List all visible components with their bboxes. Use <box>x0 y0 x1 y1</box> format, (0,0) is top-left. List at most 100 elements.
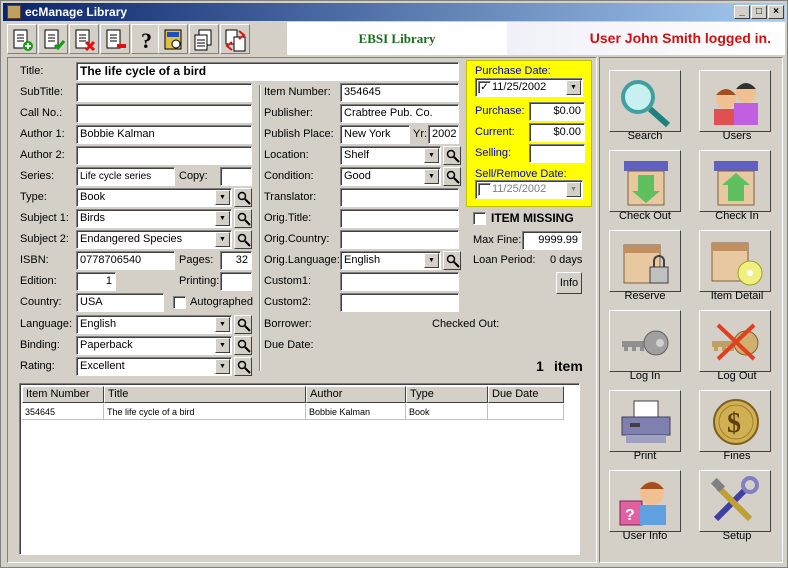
yr-field[interactable]: 2002 <box>428 125 459 144</box>
purchase-date-checkbox[interactable]: ✓ <box>478 81 491 94</box>
sell-remove-date-picker[interactable]: 11/25/2002 ▼ <box>475 180 583 199</box>
rating-label: Rating: <box>20 360 55 372</box>
condition-lookup-button[interactable] <box>443 167 461 186</box>
setup-label: Setup <box>722 530 752 542</box>
magnifier-icon <box>237 212 251 226</box>
translator-field[interactable] <box>340 188 459 207</box>
custom2-field[interactable] <box>340 293 459 312</box>
rating-lookup-button[interactable] <box>234 357 252 376</box>
subject2-select[interactable]: Endangered Species ▼ <box>76 230 232 249</box>
pages-field[interactable]: 32 <box>220 251 252 270</box>
subject1-lookup-button[interactable] <box>234 209 252 228</box>
log-in-button[interactable] <box>609 310 681 372</box>
author2-field[interactable] <box>76 146 252 165</box>
custom1-field[interactable] <box>340 272 459 291</box>
printing-field[interactable] <box>220 272 252 291</box>
binding-lookup-button[interactable] <box>234 336 252 355</box>
isbn-field[interactable]: 0778706540 <box>76 251 175 270</box>
type-select[interactable]: Book ▼ <box>76 188 232 207</box>
subject1-select[interactable]: Birds ▼ <box>76 209 232 228</box>
dropdown-arrow-icon[interactable]: ▼ <box>215 232 230 247</box>
column-header-author[interactable]: Author <box>306 386 406 403</box>
dropdown-arrow-icon[interactable]: ▼ <box>566 80 581 95</box>
orig-language-select[interactable]: English ▼ <box>340 251 441 270</box>
subtitle-field[interactable] <box>76 83 252 102</box>
copy-item-button[interactable] <box>189 24 219 54</box>
type-lookup-button[interactable] <box>234 188 252 207</box>
condition-select[interactable]: Good ▼ <box>340 167 441 186</box>
close-button[interactable]: × <box>768 5 784 19</box>
location-label: Location: <box>264 149 309 161</box>
dropdown-arrow-icon[interactable]: ▼ <box>215 211 230 226</box>
binding-select[interactable]: Paperback ▼ <box>76 336 232 355</box>
item-missing-checkbox[interactable] <box>473 212 486 225</box>
orig-title-field[interactable] <box>340 209 459 228</box>
remove-item-button[interactable] <box>100 24 130 54</box>
autographed-checkbox[interactable] <box>173 296 186 309</box>
language-select[interactable]: English ▼ <box>76 315 232 334</box>
selling-price-field[interactable] <box>529 144 585 163</box>
dropdown-arrow-icon[interactable]: ▼ <box>215 317 230 332</box>
edition-field[interactable]: 1 <box>76 272 116 291</box>
new-item-button[interactable] <box>7 24 37 54</box>
orig-language-lookup-button[interactable] <box>443 251 461 270</box>
location-select[interactable]: Shelf ▼ <box>340 146 441 165</box>
transfer-item-button[interactable] <box>220 24 250 54</box>
dropdown-arrow-icon[interactable]: ▼ <box>424 253 439 268</box>
sell-remove-date-checkbox[interactable] <box>478 183 491 196</box>
delete-item-button[interactable] <box>69 24 99 54</box>
publish-place-field[interactable]: New York <box>340 125 410 144</box>
print-label: Print <box>633 450 657 462</box>
fines-button[interactable]: $ <box>699 390 771 452</box>
info-button[interactable]: Info <box>556 272 582 294</box>
key-icon <box>622 330 669 356</box>
dropdown-arrow-icon[interactable]: ▼ <box>424 169 439 184</box>
purchase-date-picker[interactable]: ✓ 11/25/2002 ▼ <box>475 78 583 97</box>
log-out-button[interactable] <box>699 310 771 372</box>
cell-due-date <box>488 404 564 420</box>
location-lookup-button[interactable] <box>443 146 461 165</box>
reserve-button[interactable] <box>609 230 681 292</box>
purchase-price-field[interactable]: $0.00 <box>529 102 585 121</box>
item-detail-button[interactable] <box>699 230 771 292</box>
language-lookup-button[interactable] <box>234 315 252 334</box>
book-search-button[interactable] <box>158 24 188 54</box>
users-button[interactable] <box>699 70 771 132</box>
dropdown-arrow-icon[interactable]: ▼ <box>215 190 230 205</box>
search-button[interactable] <box>609 70 681 132</box>
series-field[interactable]: Life cycle series <box>76 167 175 186</box>
check-in-button[interactable] <box>699 150 771 212</box>
user-info-button[interactable]: ? <box>609 470 681 532</box>
maximize-button[interactable]: □ <box>751 5 767 19</box>
setup-button[interactable] <box>699 470 771 532</box>
checkmark-document-icon <box>44 29 66 51</box>
title-bar[interactable]: ecManage Library <box>3 3 785 21</box>
column-header-due-date[interactable]: Due Date <box>488 386 564 403</box>
max-fine-field[interactable]: 9999.99 <box>522 231 582 250</box>
column-header-title[interactable]: Title <box>104 386 306 403</box>
print-button[interactable] <box>609 390 681 452</box>
magnifier-icon <box>621 80 670 128</box>
rating-select[interactable]: Excellent ▼ <box>76 357 232 376</box>
reserve-lock-icon <box>623 244 669 284</box>
current-price-field[interactable]: $0.00 <box>529 123 585 142</box>
dropdown-arrow-icon[interactable]: ▼ <box>215 359 230 374</box>
check-out-button[interactable] <box>609 150 681 212</box>
title-field[interactable]: The life cycle of a bird <box>76 62 459 81</box>
minimize-button[interactable]: _ <box>734 5 750 19</box>
column-header-type[interactable]: Type <box>406 386 488 403</box>
copy-field[interactable] <box>220 167 252 186</box>
item-number-field[interactable]: 354645 <box>340 83 459 102</box>
author1-field[interactable]: Bobbie Kalman <box>76 125 252 144</box>
column-header-item-number[interactable]: Item Number <box>22 386 104 403</box>
dropdown-arrow-icon[interactable]: ▼ <box>566 182 581 197</box>
orig-country-field[interactable] <box>340 230 459 249</box>
help-button[interactable]: ? <box>131 24 161 54</box>
dropdown-arrow-icon[interactable]: ▼ <box>215 338 230 353</box>
subject2-lookup-button[interactable] <box>234 230 252 249</box>
publisher-field[interactable]: Crabtree Pub. Co. <box>340 104 459 123</box>
save-item-button[interactable] <box>38 24 68 54</box>
country-field[interactable]: USA <box>76 293 164 312</box>
call-no-field[interactable] <box>76 104 252 123</box>
dropdown-arrow-icon[interactable]: ▼ <box>424 148 439 163</box>
